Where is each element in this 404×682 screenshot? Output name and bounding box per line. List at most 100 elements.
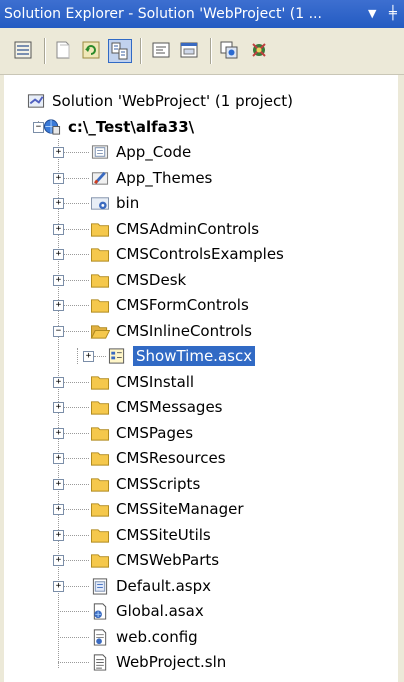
folder-icon [91, 477, 109, 492]
properties-button[interactable] [12, 39, 36, 63]
nest-related-files-button[interactable] [108, 39, 132, 63]
tree-item[interactable]: + CMSWebParts [0, 547, 392, 573]
expand-toggle[interactable]: + [53, 172, 64, 184]
tree-line [58, 611, 89, 612]
tree-item-label: WebProject.sln [116, 653, 227, 671]
tree-item-label: ShowTime.ascx [131, 345, 257, 367]
tree-item-label: CMSFormControls [116, 296, 249, 314]
tree-item[interactable]: + CMSMessages [0, 394, 392, 420]
tree-item[interactable]: + CMSAdminControls [0, 216, 392, 242]
expand-toggle[interactable]: + [53, 555, 64, 566]
tree-item[interactable]: + Default.aspx [0, 573, 392, 599]
copy-website-button[interactable] [218, 39, 242, 63]
tree-item-label: CMSControlsExamples [116, 245, 284, 263]
tree-item[interactable]: + CMSControlsExamples [0, 241, 392, 267]
collapse-toggle[interactable]: − [53, 325, 64, 337]
tree-line [64, 305, 89, 306]
auto-hide-pin-icon[interactable]: ╪ [389, 0, 397, 28]
tree-item-label: CMSPages [116, 423, 194, 442]
tree-item-label: bin [116, 194, 140, 212]
tree-item-label: CMSScripts [116, 474, 201, 493]
tree-item[interactable]: + CMSInstall [0, 369, 392, 395]
show-all-files-button[interactable] [52, 39, 76, 63]
tree-item[interactable]: + CMSFormControls [0, 292, 392, 318]
tree-item-label: c:\_Test\alfa33\ [68, 117, 195, 136]
tree-item[interactable]: + App_Themes [0, 165, 392, 191]
folder-icon [91, 528, 109, 543]
tree-item-label: CMSAdminControls [116, 219, 260, 238]
expand-toggle[interactable]: + [53, 504, 64, 515]
properties-icon [14, 41, 32, 59]
tree-line [64, 381, 89, 383]
tree-item[interactable]: + CMSResources [0, 445, 392, 471]
folder-open-icon [90, 324, 110, 339]
config-file-icon [93, 628, 107, 646]
tree-line [58, 662, 89, 663]
tree-item[interactable]: web.config [0, 624, 392, 650]
global-asax-icon [93, 603, 107, 620]
expand-toggle[interactable]: + [53, 376, 64, 388]
tree-item[interactable]: + bin [0, 190, 392, 216]
tree-line [94, 356, 106, 357]
tree-item-label: CMSDesk [116, 270, 187, 289]
tree-item-label: CMSWebParts [116, 551, 220, 569]
tree-item-label: App_Code [116, 143, 192, 161]
tree-item[interactable]: − CMSInlineControls [0, 318, 392, 344]
tree-line [58, 636, 89, 638]
window-position-dropdown-icon[interactable]: ▼ [368, 0, 376, 28]
asp-net-configuration-icon [252, 43, 266, 57]
app-themes-folder-icon [91, 171, 109, 185]
solution-icon [27, 94, 45, 108]
expand-toggle[interactable]: + [53, 223, 64, 235]
tree-item[interactable]: Global.asax [0, 598, 392, 624]
folder-icon [91, 273, 109, 288]
tree-item[interactable]: + CMSScripts [0, 471, 392, 497]
nest-related-files-icon [111, 42, 128, 60]
tree-item[interactable]: + CMSSiteUtils [0, 522, 392, 548]
tree-item[interactable]: + App_Code [0, 139, 392, 165]
tree-line [64, 203, 89, 204]
folder-icon [91, 222, 109, 237]
show-all-files-icon [56, 41, 70, 59]
refresh-icon [82, 41, 100, 59]
tree-item[interactable]: + CMSPages [0, 420, 392, 446]
asp-net-configuration-button[interactable] [248, 39, 272, 63]
expand-toggle[interactable]: + [53, 198, 64, 209]
tree-item-label: CMSResources [116, 449, 226, 467]
expand-toggle[interactable]: + [53, 147, 64, 158]
tree-item-label: CMSMessages [116, 398, 223, 416]
tree-item[interactable]: + CMSSiteManager [0, 496, 392, 522]
tree-item-label: Default.aspx [116, 576, 211, 595]
folder-icon [91, 299, 109, 313]
view-designer-icon [180, 42, 198, 58]
expand-toggle[interactable]: + [53, 427, 64, 439]
tree-item-label: CMSSiteManager [116, 500, 244, 518]
user-control-icon [108, 348, 125, 364]
tree-line [64, 483, 89, 485]
expand-toggle[interactable]: + [53, 453, 64, 464]
tree-line [64, 279, 89, 281]
expand-toggle[interactable]: + [53, 580, 64, 592]
tree-line [64, 152, 89, 153]
tree-item[interactable]: WebProject.sln [0, 649, 392, 675]
expand-toggle[interactable]: + [53, 529, 64, 541]
view-designer-button[interactable] [178, 39, 202, 63]
expand-toggle[interactable]: + [53, 402, 64, 413]
view-code-button[interactable] [150, 39, 174, 63]
tree-item-project[interactable]: − c:\_Test\alfa33\ [0, 114, 392, 140]
tree-item[interactable]: + CMSDesk [0, 267, 392, 293]
expand-toggle[interactable]: + [53, 274, 64, 286]
tree-item-solution[interactable]: Solution 'WebProject' (1 project) [0, 88, 392, 114]
expand-toggle[interactable]: + [53, 300, 64, 311]
tree-line [64, 177, 89, 179]
tree-item[interactable]: + ShowTime.ascx [0, 343, 392, 369]
tree-line [64, 432, 89, 434]
folder-icon [91, 248, 109, 262]
panel-right-border [398, 75, 404, 682]
expand-toggle[interactable]: + [53, 249, 64, 260]
expand-toggle[interactable]: + [83, 351, 94, 362]
expand-toggle[interactable]: + [53, 478, 64, 490]
tree-line [64, 534, 89, 536]
tree-line [64, 228, 89, 230]
refresh-button[interactable] [80, 39, 104, 63]
